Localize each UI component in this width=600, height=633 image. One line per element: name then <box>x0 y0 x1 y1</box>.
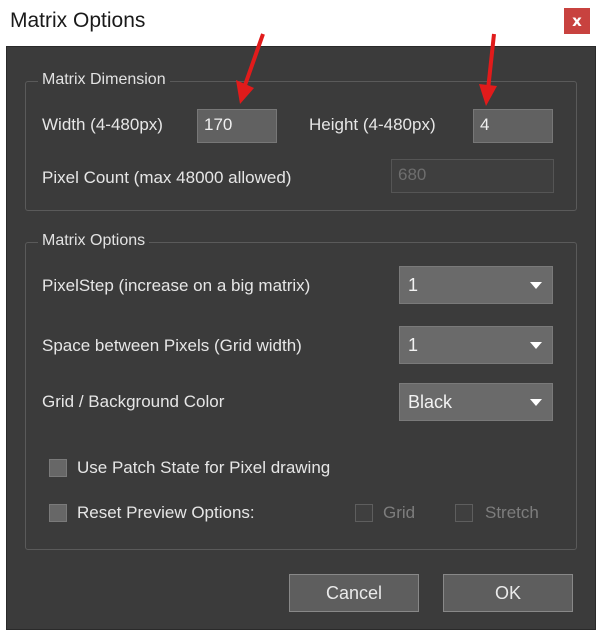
chevron-down-icon <box>530 399 542 406</box>
reset-preview-checkbox[interactable] <box>49 504 67 522</box>
grid-color-label: Grid / Background Color <box>42 392 225 411</box>
patch-state-checkbox[interactable] <box>49 459 67 477</box>
pixel-count-field: 680 <box>391 159 554 193</box>
matrix-options-title: Matrix Options <box>38 232 150 250</box>
dialog-title: Matrix Options <box>10 9 146 32</box>
matrix-dimension-title: Matrix Dimension <box>38 71 170 89</box>
pixel-count-label: Pixel Count (max 48000 allowed) <box>42 168 292 187</box>
annotation-arrow-height <box>479 33 497 106</box>
patch-state-label: Use Patch State for Pixel drawing <box>77 458 331 477</box>
grid-checkbox[interactable] <box>355 504 373 522</box>
width-input[interactable]: 170 <box>197 109 277 143</box>
dialog-body: Matrix Dimension Width (4-480px) 170 Hei… <box>6 46 596 630</box>
stretch-option-label: Stretch <box>485 503 539 522</box>
annotation-arrow-width <box>236 33 265 104</box>
space-label: Space between Pixels (Grid width) <box>42 336 302 355</box>
pixelstep-label: PixelStep (increase on a big matrix) <box>42 276 311 295</box>
stretch-checkbox[interactable] <box>455 504 473 522</box>
pixelstep-value: 1 <box>408 275 419 295</box>
close-button[interactable]: x <box>564 8 590 34</box>
width-label: Width (4-480px) <box>42 115 163 134</box>
chevron-down-icon <box>530 282 542 289</box>
grid-color-dropdown[interactable]: Black <box>399 383 553 421</box>
pixelstep-dropdown[interactable]: 1 <box>399 266 553 304</box>
height-input[interactable]: 4 <box>473 109 553 143</box>
ok-button[interactable]: OK <box>443 574 573 612</box>
matrix-options-dialog: Matrix Options x Matrix Dimension Width … <box>0 0 600 633</box>
grid-color-value: Black <box>408 392 453 412</box>
chevron-down-icon <box>530 342 542 349</box>
grid-option-label: Grid <box>383 503 416 522</box>
space-dropdown[interactable]: 1 <box>399 326 553 364</box>
title-bar[interactable]: Matrix Options x <box>0 0 600 46</box>
cancel-button[interactable]: Cancel <box>289 574 419 612</box>
space-value: 1 <box>408 335 419 355</box>
height-label: Height (4-480px) <box>309 115 436 134</box>
reset-preview-label: Reset Preview Options: <box>77 503 255 522</box>
